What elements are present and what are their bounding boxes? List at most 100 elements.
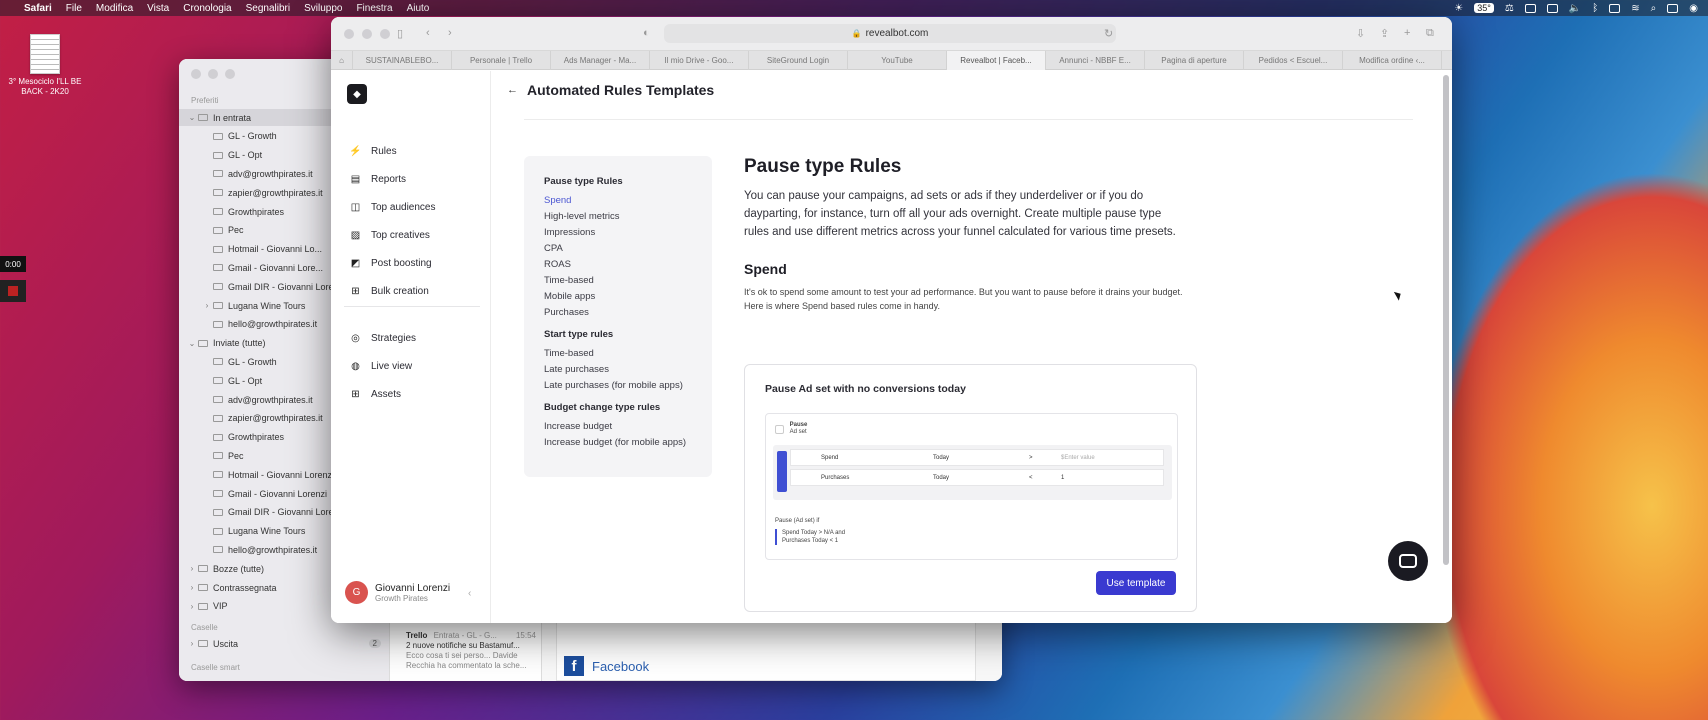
siri-icon[interactable]: ◉ (1689, 3, 1698, 14)
brightness-icon[interactable]: ☀ (1454, 3, 1463, 14)
home-icon: ⌂ (339, 56, 344, 65)
toc-link[interactable]: Late purchases (544, 362, 712, 378)
inbox-icon (198, 114, 208, 121)
lock-icon: 🔒 (851, 29, 862, 38)
toc-link[interactable]: Impressions (544, 225, 712, 241)
mailbox-label: Gmail DIR - Giovanni Lorenzi (228, 507, 346, 518)
mailbox-label: adv@growthpirates.it (228, 168, 313, 179)
collapse-sidebar-icon[interactable]: ‹ (468, 588, 471, 599)
browser-tab[interactable]: SiteGround Login (749, 51, 848, 70)
close-button[interactable] (191, 69, 201, 79)
chevron-right-icon[interactable]: › (186, 583, 198, 592)
browser-tab[interactable]: SUSTAINABLEBO... (353, 51, 452, 70)
tab-pinned[interactable]: ⌂ (331, 51, 353, 70)
nav-item-top-audiences[interactable]: ◫ Top audiences (349, 198, 436, 216)
toc-link[interactable]: Time-based (544, 273, 712, 289)
user-profile[interactable]: G Giovanni Lorenzi Growth Pirates (345, 581, 450, 604)
address-bar[interactable]: 🔒 revealbot.com (664, 24, 1116, 43)
reload-icon[interactable]: ↻ (1104, 27, 1113, 40)
smart-mailboxes-header: Caselle smart (191, 663, 240, 672)
forward-icon[interactable]: › (448, 27, 452, 39)
weight-icon[interactable]: ⚖ (1505, 3, 1514, 14)
privacy-shield-icon[interactable]: ◐ (643, 27, 650, 39)
battery-icon[interactable] (1609, 3, 1621, 13)
minimize-button[interactable] (362, 29, 372, 39)
new-tab-icon[interactable]: + (1404, 27, 1410, 39)
chevron-down-icon[interactable]: ⌄ (186, 113, 198, 122)
back-icon[interactable]: ‹ (426, 27, 430, 39)
toc-link[interactable]: Late purchases (for mobile apps) (544, 378, 712, 394)
display-icon[interactable] (1524, 3, 1536, 13)
menu-history[interactable]: Cronologia (183, 3, 231, 14)
toc-link[interactable]: Time-based (544, 346, 712, 362)
sidebar-toggle-icon[interactable]: ▯ (397, 27, 403, 40)
toc-link[interactable]: Increase budget (for mobile apps) (544, 435, 712, 451)
browser-tab[interactable]: Il mio Drive - Goo... (650, 51, 749, 70)
menu-app-name[interactable]: Safari (24, 3, 52, 14)
wifi-icon[interactable]: ≋ (1631, 3, 1639, 14)
browser-tab[interactable]: YouTube (848, 51, 947, 70)
close-button[interactable] (344, 29, 354, 39)
nav-item-post-boosting[interactable]: ◩ Post boosting (349, 254, 432, 272)
chevron-right-icon[interactable]: › (186, 602, 198, 611)
toc-link[interactable]: Mobile apps (544, 289, 712, 305)
page-scrollbar[interactable] (1443, 75, 1449, 565)
menu-help[interactable]: Aiuto (407, 3, 430, 14)
nav-label: Top audiences (371, 201, 436, 213)
toc-link[interactable]: ROAS (544, 257, 712, 273)
mailbox-outbox[interactable]: › Uscita 2 (179, 635, 389, 652)
toc-link[interactable]: Spend (544, 193, 712, 209)
desktop-file[interactable]: 3° Mesociclo I'LL BE BACK - 2K20 (5, 34, 85, 97)
menu-window[interactable]: Finestra (356, 3, 392, 14)
nav-item-assets[interactable]: ⊞ Assets (349, 385, 401, 403)
browser-tab[interactable]: Revealbot | Faceb... (947, 51, 1046, 70)
zoom-button[interactable] (380, 29, 390, 39)
menu-edit[interactable]: Modifica (96, 3, 133, 14)
bluetooth-icon[interactable]: ᛒ (1592, 3, 1598, 14)
nav-item-strategies[interactable]: ◎ Strategies (349, 329, 416, 347)
chevron-right-icon[interactable]: › (186, 639, 198, 648)
toc-link[interactable]: Purchases (544, 305, 712, 321)
nav-item-rules[interactable]: ⚡ Rules (349, 142, 396, 160)
back-arrow-icon[interactable]: ← (507, 84, 518, 96)
browser-tab[interactable]: Modifica ordine ‹... (1343, 51, 1442, 70)
window-icon[interactable] (1546, 3, 1558, 13)
menu-view[interactable]: Vista (147, 3, 169, 14)
browser-tab[interactable]: Pedidos < Escuel... (1244, 51, 1343, 70)
avatar: G (345, 581, 368, 604)
nav-item-top-creatives[interactable]: ▨ Top creatives (349, 226, 430, 244)
tab-overview-icon[interactable]: ⧉ (1426, 27, 1434, 40)
control-center-icon[interactable] (1667, 3, 1679, 13)
browser-tab[interactable]: Annunci - NBBF E... (1046, 51, 1145, 70)
nav-item-bulk-creation[interactable]: ⊞ Bulk creation (349, 282, 429, 300)
revealbot-logo[interactable]: ◆ (347, 84, 367, 104)
use-template-button[interactable]: Use template (1096, 571, 1176, 595)
menu-file[interactable]: File (66, 3, 82, 14)
volume-icon[interactable]: 🔈 (1569, 3, 1581, 14)
browser-tab[interactable]: Personale | Trello (452, 51, 551, 70)
menu-bookmarks[interactable]: Segnalibri (246, 3, 290, 14)
nav-item-reports[interactable]: ▤ Reports (349, 170, 406, 188)
browser-tab[interactable]: Pagina di aperture (1145, 51, 1244, 70)
menu-develop[interactable]: Sviluppo (304, 3, 342, 14)
minimize-button[interactable] (208, 69, 218, 79)
chat-support-button[interactable] (1388, 541, 1428, 581)
temperature-badge[interactable]: 35° (1474, 3, 1494, 13)
chevron-right-icon[interactable]: › (201, 301, 213, 310)
search-icon[interactable]: ⌕ (1651, 3, 1657, 14)
toc-link[interactable]: Increase budget (544, 419, 712, 435)
zoom-button[interactable] (225, 69, 235, 79)
toc-link[interactable]: High-level metrics (544, 209, 712, 225)
stop-recording-button[interactable] (0, 280, 26, 302)
nav-item-live-view[interactable]: ◍ Live view (349, 357, 412, 375)
rule-summary: Pause (Ad set) if Spend Today > N/A and … (775, 517, 845, 545)
browser-tab[interactable]: Ads Manager - Ma... (551, 51, 650, 70)
chevron-down-icon[interactable]: ⌄ (186, 339, 198, 348)
toc-link[interactable]: CPA (544, 241, 712, 257)
chevron-right-icon[interactable]: › (186, 564, 198, 573)
mailbox-label: GL - Opt (228, 150, 263, 161)
share-icon[interactable]: ⇪ (1380, 27, 1389, 40)
stop-icon (8, 286, 18, 296)
message-item[interactable]: Trello Entrata - GL - G... 15:54 2 nuove… (406, 631, 536, 671)
download-icon[interactable]: ⇩ (1356, 27, 1365, 40)
